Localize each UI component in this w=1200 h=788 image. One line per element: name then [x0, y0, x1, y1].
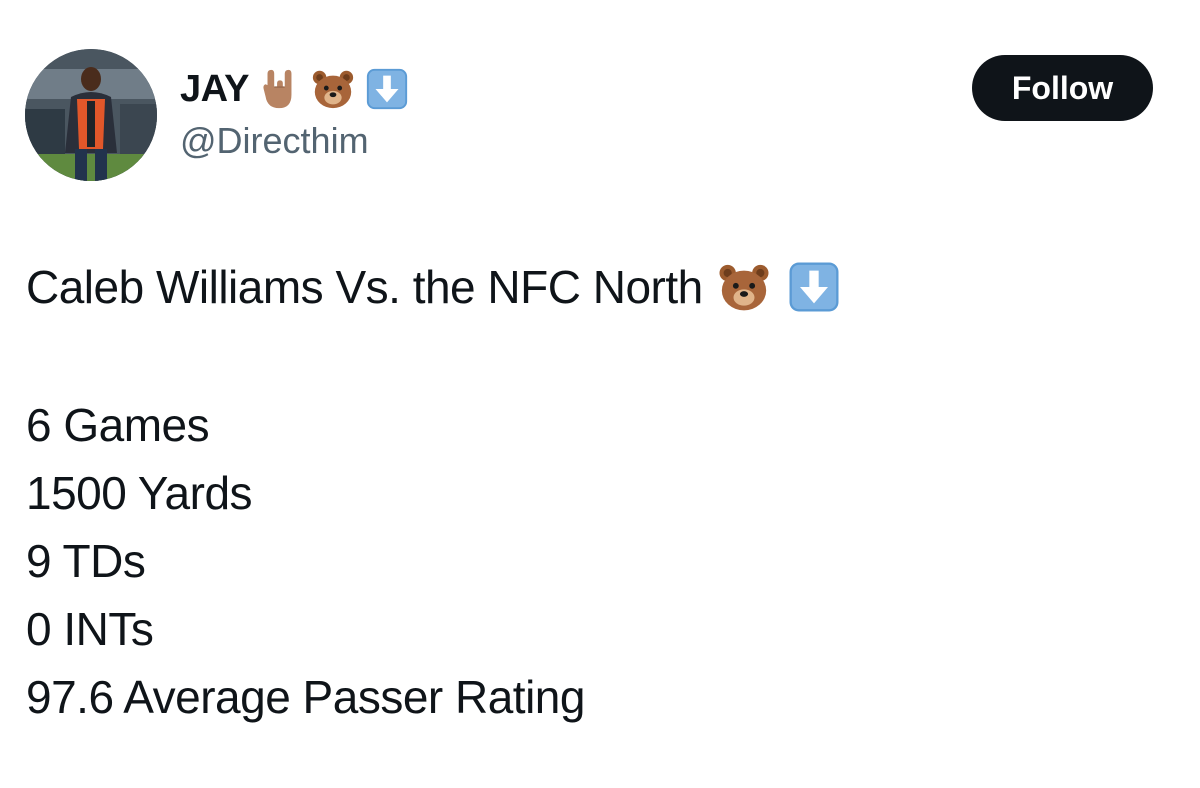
author-handle[interactable]: @Directhim — [180, 120, 369, 162]
stat-passer-rating: 97.6 Average Passer Rating — [26, 671, 585, 723]
stat-games: 6 Games — [26, 399, 210, 451]
stat-ints: 0 INTs — [26, 603, 154, 655]
rock-on-hand-icon — [255, 65, 303, 113]
avatar[interactable] — [25, 49, 157, 181]
author-display-name-row[interactable]: JAY — [180, 64, 411, 114]
stat-tds: 9 TDs — [26, 535, 146, 587]
follow-button[interactable]: Follow — [972, 55, 1153, 121]
bear-face-icon — [309, 65, 357, 113]
stat-yards: 1500 Yards — [26, 467, 253, 519]
post-headline-row: Caleb Williams Vs. the NFC North — [26, 256, 843, 318]
post-headline: Caleb Williams Vs. the NFC North — [26, 261, 703, 313]
profile-photo — [25, 49, 157, 181]
post-stats-list: 6 Games 1500 Yards 9 TDs 0 INTs 97.6 Ave… — [26, 396, 585, 736]
bear-face-icon — [715, 258, 773, 316]
author-display-name[interactable]: JAY — [180, 68, 249, 111]
down-arrow-icon — [785, 258, 843, 316]
down-arrow-icon — [363, 65, 411, 113]
